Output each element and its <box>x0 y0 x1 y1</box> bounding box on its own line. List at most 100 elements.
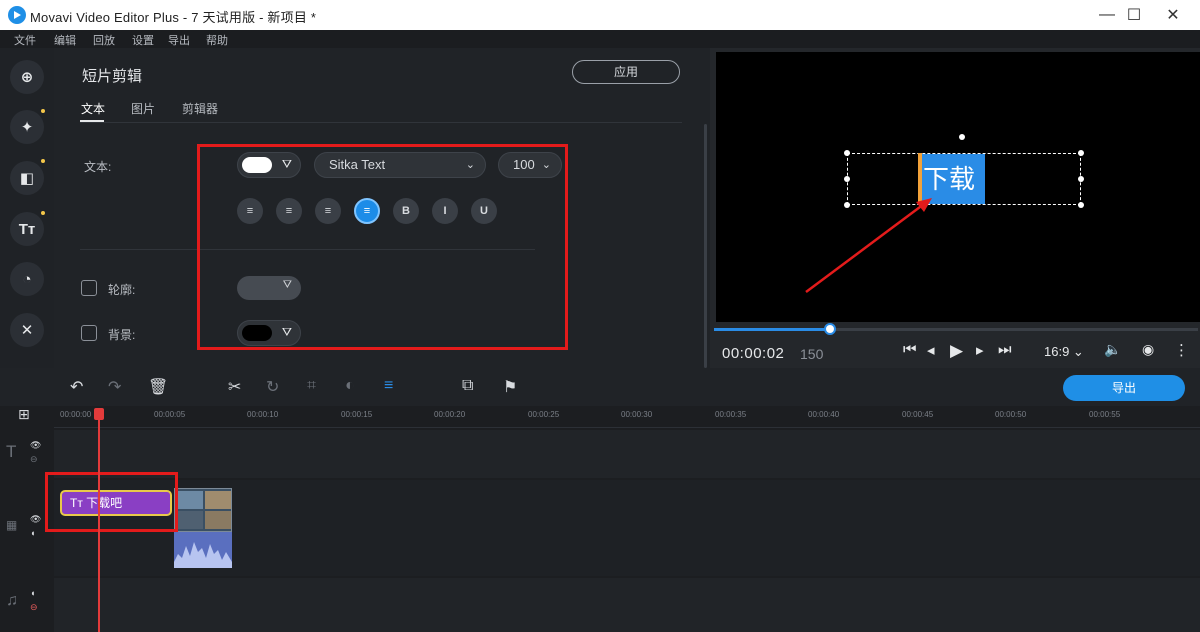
highlight-box <box>197 144 568 350</box>
video-clip-thumbnail[interactable] <box>174 488 232 532</box>
panel-scrollbar[interactable] <box>704 124 707 368</box>
delete-icon[interactable]: 🗑 <box>148 377 168 397</box>
rotate-icon[interactable]: ↻ <box>266 377 279 397</box>
ruler-label: 00:00:20 <box>434 410 466 419</box>
background-checkbox[interactable] <box>81 325 97 341</box>
ruler-label: 00:00:15 <box>341 410 373 419</box>
thumbnail-frame <box>205 491 231 509</box>
redo-icon[interactable]: ↷ <box>108 377 121 397</box>
outline-label: 轮廓: <box>108 283 136 297</box>
audio-track[interactable] <box>54 578 1200 632</box>
undo-icon[interactable]: ↶ <box>70 377 83 397</box>
audio-waveform-clip[interactable] <box>174 532 232 568</box>
panel-title: 短片剪辑 <box>82 68 143 85</box>
cut-icon[interactable]: ✂ <box>228 377 241 397</box>
solo-icon[interactable]: ⊖ <box>30 602 38 613</box>
more-options-icon[interactable]: ⋮ <box>1174 341 1189 359</box>
aspect-ratio-select[interactable]: 16:9 ⌄ <box>1044 344 1084 360</box>
progress-fill <box>714 328 831 331</box>
titles-icon[interactable]: Tт <box>10 212 44 246</box>
ruler-label: 00:00:30 <box>621 410 653 419</box>
tab-text[interactable]: 文本 <box>81 100 105 117</box>
more-tools-icon[interactable]: ✕ <box>10 313 44 347</box>
ruler-label: 00:00:40 <box>808 410 840 419</box>
ruler-label: 00:00:00 <box>60 410 92 419</box>
timecode: 00:00:02 <box>722 345 785 362</box>
waveform <box>174 542 232 568</box>
lock-icon[interactable]: ⊖ <box>30 454 38 465</box>
timeline-toolbar: ↶ ↷ 🗑 ✂ ↻ ⌗ ◐ ≡ ⧉ ⚑ 导出 <box>0 368 1200 406</box>
app-logo-icon <box>8 6 26 24</box>
ruler-label: 00:00:05 <box>154 410 186 419</box>
clip-editor-panel: 短片剪辑 应用 文本 图片 剪辑器 文本: ⛛ Sitka Text ⌄ 100… <box>54 48 710 368</box>
window-title: Movavi Video Editor Plus - 7 天试用版 - 新项目 … <box>30 10 317 25</box>
export-button[interactable]: 导出 <box>1063 375 1185 401</box>
ruler-label: 00:00:50 <box>995 410 1027 419</box>
menu-file[interactable]: 文件 <box>14 32 36 48</box>
menu-playback[interactable]: 回放 <box>93 32 115 48</box>
magic-wand-icon[interactable]: ✦ <box>10 110 44 144</box>
title-track[interactable] <box>54 430 1200 478</box>
crop-icon[interactable]: ⌗ <box>307 377 316 395</box>
outline-checkbox[interactable] <box>81 280 97 296</box>
close-button[interactable]: ✕ <box>1150 0 1196 30</box>
title-bar: Movavi Video Editor Plus - 7 天试用版 - 新项目 … <box>0 0 1200 30</box>
menu-edit[interactable]: 编辑 <box>54 32 76 48</box>
title-track-icon: T <box>6 442 17 461</box>
annotation-arrow <box>805 198 932 294</box>
marker-flag-icon[interactable]: ⚑ <box>503 377 517 397</box>
playback-progress[interactable] <box>714 323 1198 335</box>
menu-export[interactable]: 导出 <box>168 32 190 48</box>
thumbnail-frame <box>177 491 203 509</box>
color-adjust-icon[interactable]: ◐ <box>345 377 355 395</box>
highlight-box <box>45 472 178 532</box>
ruler-label: 00:00:55 <box>1089 410 1121 419</box>
tab-divider <box>80 122 682 123</box>
ruler-label: 00:00:10 <box>247 410 279 419</box>
eye-icon[interactable]: 👁 <box>30 514 41 525</box>
playhead-handle[interactable] <box>94 408 104 420</box>
video-preview[interactable]: 下载 <box>716 52 1200 322</box>
skip-back-icon[interactable]: ⏮ <box>903 341 917 358</box>
tab-clip-editor[interactable]: 剪辑器 <box>182 100 218 117</box>
new-indicator-dot <box>41 211 45 215</box>
eye-icon[interactable]: ◖ <box>30 588 35 598</box>
clip-properties-icon[interactable]: ≡ <box>384 377 393 395</box>
new-indicator-dot <box>41 109 45 113</box>
transitions-icon[interactable]: ◧ <box>10 161 44 195</box>
preview-panel: 下载 00:00:02 150 ⏮ ◂ ▶ ▸ ⏭ 16:9 ⌄ 🔈 ◉ ⋮ <box>710 48 1200 368</box>
timeline-panel: ↶ ↷ 🗑 ✂ ↻ ⌗ ◐ ≡ ⧉ ⚑ 导出 ⊞ 00:00:00 00:00:… <box>0 368 1200 632</box>
menu-settings[interactable]: 设置 <box>132 32 154 48</box>
step-back-icon[interactable]: ◂ <box>927 341 935 359</box>
ruler-label: 00:00:35 <box>715 410 747 419</box>
menu-help[interactable]: 帮助 <box>206 32 228 48</box>
overlay-icon[interactable]: ⧉ <box>462 377 473 395</box>
playhead-line[interactable] <box>98 410 100 632</box>
skip-forward-icon[interactable]: ⏭ <box>998 341 1012 358</box>
background-label: 背景: <box>108 328 136 342</box>
play-icon[interactable]: ▶ <box>950 341 963 361</box>
eye-icon[interactable]: 👁 <box>30 440 41 451</box>
new-indicator-dot <box>41 159 45 163</box>
step-forward-icon[interactable]: ▸ <box>976 341 984 359</box>
menu-bar: 文件 编辑 回放 设置 导出 帮助 <box>0 30 1200 48</box>
thumbnail-frame <box>177 511 203 529</box>
add-track-icon[interactable]: ⊞ <box>18 406 30 423</box>
video-track-icon: ▦ <box>6 518 18 532</box>
mute-icon[interactable]: ◖ <box>30 528 35 538</box>
aspect-ratio-value: 16:9 <box>1044 344 1070 359</box>
music-track-icon: ♫ <box>6 592 18 609</box>
ruler-label: 00:00:45 <box>902 410 934 419</box>
time-ruler[interactable]: 00:00:00 00:00:05 00:00:10 00:00:15 00:0… <box>54 406 1200 428</box>
tab-image[interactable]: 图片 <box>131 100 155 117</box>
frame-count: 150 <box>800 346 824 362</box>
snapshot-icon[interactable]: ◉ <box>1142 341 1154 358</box>
volume-icon[interactable]: 🔈 <box>1104 341 1121 358</box>
stickers-icon[interactable]: ◔ <box>10 262 44 296</box>
text-label: 文本: <box>84 160 112 174</box>
ruler-label: 00:00:25 <box>528 410 560 419</box>
import-icon[interactable]: ⊕ <box>10 60 44 94</box>
progress-knob[interactable] <box>824 323 837 335</box>
apply-button[interactable]: 应用 <box>572 60 680 84</box>
thumbnail-frame <box>205 511 231 529</box>
